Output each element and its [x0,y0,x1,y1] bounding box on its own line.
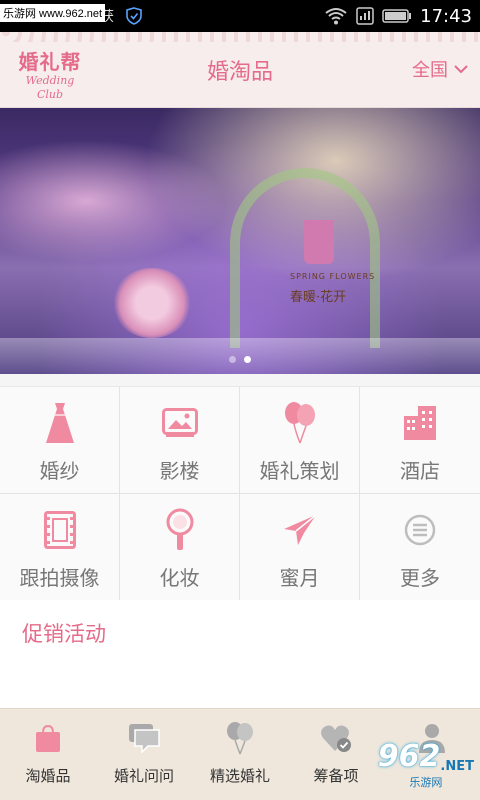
category-label: 酒店 [400,459,440,483]
battery-icon [382,9,412,23]
page-title: 婚淘品 [206,60,273,85]
airplane-icon [278,508,322,552]
category-makeup[interactable]: 化妆 [120,494,240,601]
carousel-dot[interactable] [229,356,236,363]
chat-icon [127,721,161,755]
film-icon [38,508,82,552]
site-watermark: 乐游网 www.962.net [0,4,106,22]
wifi-icon [325,8,347,25]
banner-subtext: SPRING FLOWERS [290,272,376,281]
banner-text: 春暖·花开 [290,290,347,305]
watermark-number: 962 [377,739,441,774]
more-icon [398,508,442,552]
category-label: 化妆 [159,566,200,590]
category-honeymoon[interactable]: 蜜月 [240,494,360,601]
clock: 17:43 [420,5,472,27]
nav-item-qa[interactable]: 婚礼问问 [96,709,192,800]
photo-icon [158,401,202,445]
nav-item-featured[interactable]: 精选婚礼 [192,709,288,800]
category-wedding-dress[interactable]: 婚纱 [0,387,120,494]
nav-label: 淘婚品 [25,767,71,785]
category-label: 影楼 [159,459,200,483]
nav-item-prep[interactable]: 筹备项 [288,709,384,800]
lace-decoration [0,32,480,42]
nav-item-shop[interactable]: 淘婚品 [0,709,96,800]
nav-label: 婚礼问问 [113,767,174,785]
watermark-net: .NET [440,759,474,774]
app-header: 婚礼帮 Wedding Club 婚淘品 全国 [0,32,480,108]
category-label: 婚礼策划 [259,459,340,483]
region-label: 全国 [412,60,448,81]
signal-icon [356,7,374,25]
bag-icon [31,721,65,755]
dress-icon [38,401,82,445]
nav-label: 筹备项 [313,767,359,785]
status-right: 17:43 [324,6,480,27]
promotion-title: 促销活动 [22,622,106,646]
category-wedding-planning[interactable]: 婚礼策划 [240,387,360,494]
carousel-dot-active[interactable] [244,356,251,363]
banner-flowers [112,268,192,338]
category-hotel[interactable]: 酒店 [360,387,480,494]
region-selector[interactable]: 全国 [412,56,468,82]
category-label: 跟拍摄像 [19,566,100,590]
category-studio[interactable]: 影楼 [120,387,240,494]
heart-check-icon [319,721,353,755]
category-label: 蜜月 [279,566,320,590]
nav-label: 精选婚礼 [209,767,270,785]
category-label: 更多 [400,566,440,590]
site-watermark-logo: 962 .NET 乐游网 [378,739,474,790]
watermark-subtext: 乐游网 [409,776,443,789]
mirror-icon [158,508,202,552]
balloons-icon [278,401,322,445]
chevron-down-icon [454,65,468,74]
promotion-section: 促销活动 [0,600,480,708]
banner-sign [304,220,334,264]
category-videography[interactable]: 跟拍摄像 [0,494,120,601]
banner-carousel[interactable]: SPRING FLOWERS 春暖·花开 [0,108,480,374]
category-grid: 婚纱 影楼 婚礼策划 酒店 跟拍摄像 化妆 蜜月 更多 [0,386,480,601]
carousel-indicator [0,356,480,363]
balloons-icon [223,721,257,755]
category-more[interactable]: 更多 [360,494,480,601]
shield-icon [126,7,142,25]
category-label: 婚纱 [39,459,80,483]
hotel-icon [398,401,442,445]
